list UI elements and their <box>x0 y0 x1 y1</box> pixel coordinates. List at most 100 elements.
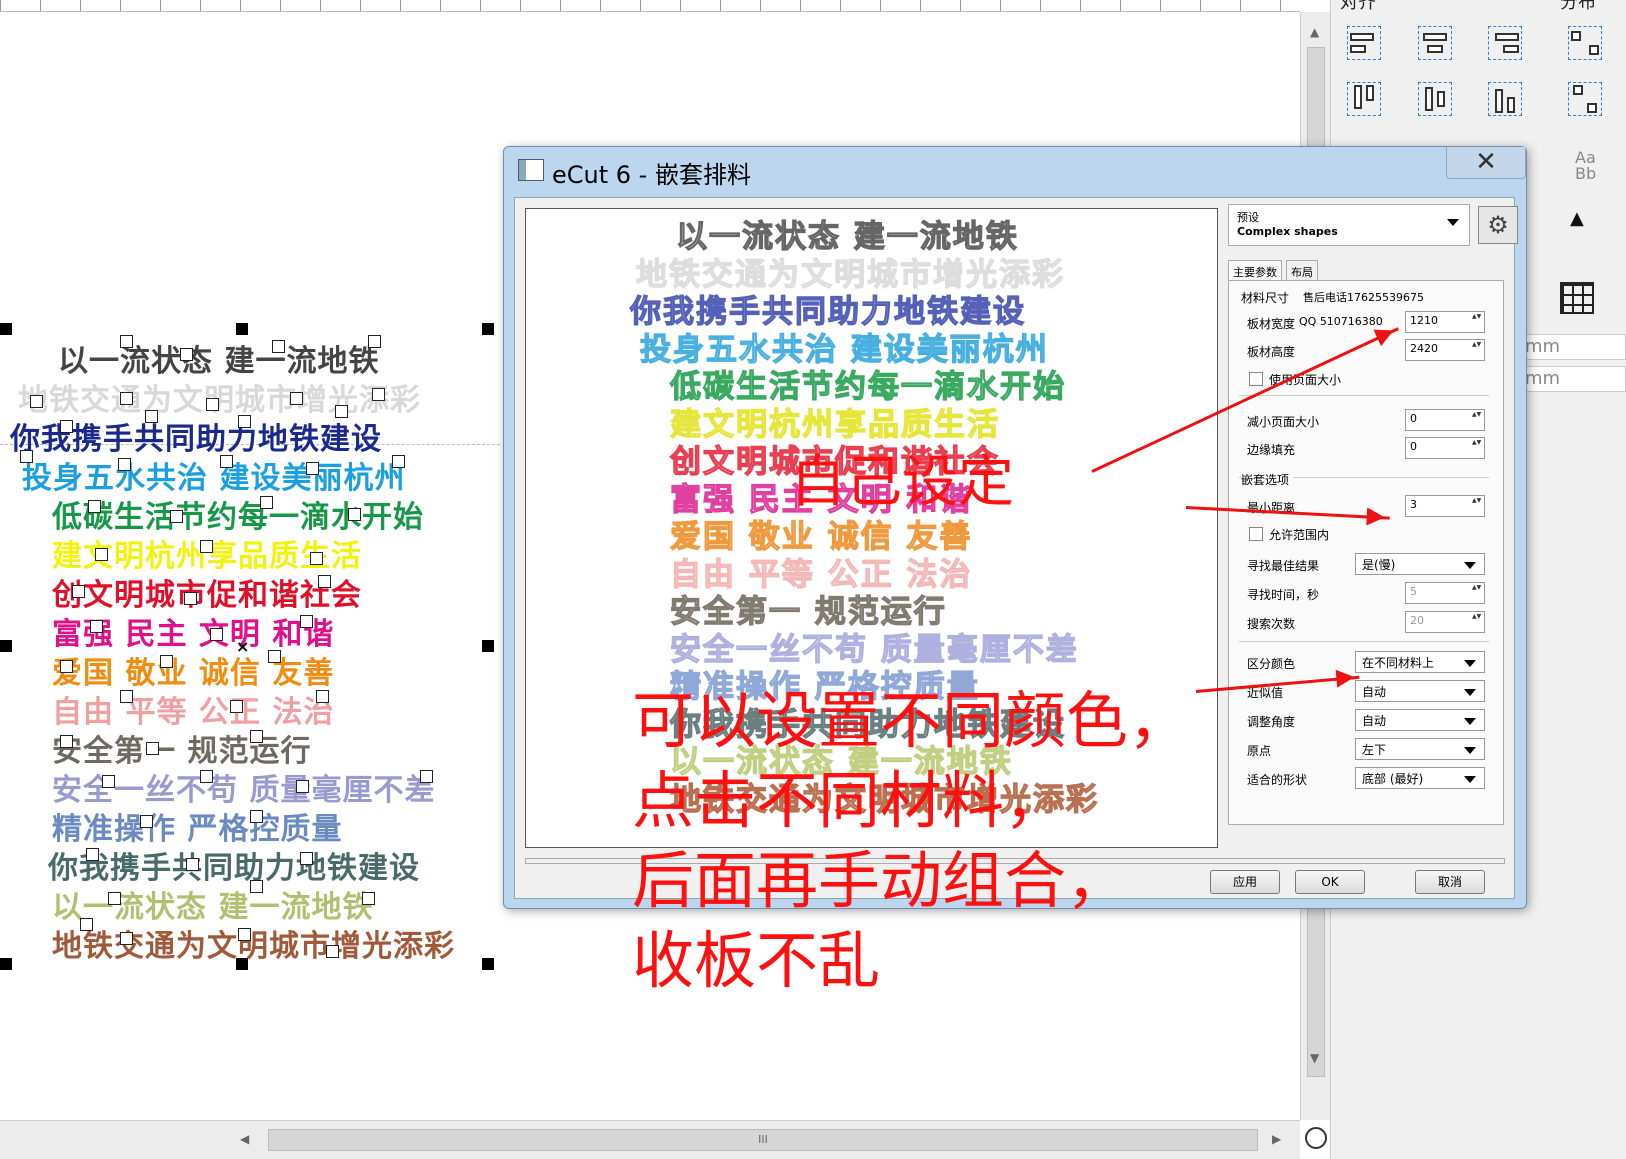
node-handle[interactable] <box>272 340 285 353</box>
node-handle[interactable] <box>120 690 133 703</box>
unit-field-1[interactable]: mm <box>1510 334 1626 360</box>
find-time-input[interactable]: 5 <box>1405 582 1485 604</box>
node-handle[interactable] <box>206 398 219 411</box>
use-page-size-checkbox[interactable] <box>1249 372 1263 386</box>
selection-handle[interactable] <box>236 323 248 335</box>
node-handle[interactable] <box>250 730 263 743</box>
node-handle[interactable] <box>160 655 173 668</box>
node-handle[interactable] <box>316 690 329 703</box>
canvas-text-line[interactable]: 精准操作 严格控质量 <box>52 804 342 848</box>
selection-handle[interactable] <box>482 640 494 652</box>
canvas-text-line[interactable]: 投身五水共治 建设美丽杭州 <box>22 453 405 497</box>
node-handle[interactable] <box>90 620 103 633</box>
angle-select[interactable]: 自动 <box>1355 709 1485 731</box>
canvas-text-line[interactable]: 安全第一 规范运行 <box>52 726 311 770</box>
node-handle[interactable] <box>88 500 101 513</box>
tab-layout[interactable]: 布局 <box>1286 260 1318 280</box>
selection-handle[interactable] <box>0 640 12 652</box>
shape-select[interactable]: 底部 (最好) <box>1355 767 1485 789</box>
preset-select[interactable]: 预设 Complex shapes <box>1228 204 1470 246</box>
sheet-height-input[interactable]: 2420 <box>1405 339 1485 361</box>
node-handle[interactable] <box>348 508 361 521</box>
node-handle[interactable] <box>238 928 251 941</box>
node-handle[interactable] <box>220 455 233 468</box>
node-handle[interactable] <box>60 660 73 673</box>
node-handle[interactable] <box>200 770 213 783</box>
scroll-right-icon[interactable]: ▶ <box>1272 1133 1281 1145</box>
node-handle[interactable] <box>120 335 133 348</box>
align-center-h-icon[interactable] <box>1418 26 1452 60</box>
canvas-text-line[interactable]: 地铁交通为文明城市增光添彩 <box>18 375 421 419</box>
gear-icon[interactable]: ⚙ <box>1478 206 1518 244</box>
selection-handle[interactable] <box>236 958 248 970</box>
find-best-select[interactable]: 是(慢) <box>1355 553 1485 575</box>
node-handle[interactable] <box>80 918 93 931</box>
node-handle[interactable] <box>296 780 309 793</box>
scroll-down-icon[interactable]: ▼ <box>1310 1052 1319 1064</box>
node-handle[interactable] <box>30 395 43 408</box>
node-handle[interactable] <box>372 388 385 401</box>
close-icon[interactable]: ✕ <box>1446 147 1526 179</box>
cancel-button[interactable]: 取消 <box>1415 870 1485 894</box>
node-handle[interactable] <box>250 810 263 823</box>
apply-button[interactable]: 应用 <box>1210 870 1280 894</box>
edge-fill-input[interactable]: 0 <box>1405 437 1485 459</box>
canvas-text-line[interactable]: 以一流状态 建一流地铁 <box>52 882 373 926</box>
reduce-page-input[interactable]: 0 <box>1405 409 1485 431</box>
align-left-icon[interactable] <box>1347 26 1381 60</box>
node-handle[interactable] <box>310 552 323 565</box>
approx-select[interactable]: 自动 <box>1355 680 1485 702</box>
zoom-icon[interactable] <box>1305 1127 1327 1149</box>
horizontal-scrollbar[interactable]: ◀ III ▶ <box>0 1120 1327 1159</box>
node-handle[interactable] <box>335 405 348 418</box>
node-handle[interactable] <box>200 540 213 553</box>
node-handle[interactable] <box>120 932 133 945</box>
node-handle[interactable] <box>290 392 303 405</box>
node-handle[interactable] <box>186 858 199 871</box>
node-handle[interactable] <box>300 852 313 865</box>
node-handle[interactable] <box>392 455 405 468</box>
selection-handle[interactable] <box>0 958 12 970</box>
node-handle[interactable] <box>306 462 319 475</box>
node-handle[interactable] <box>102 775 115 788</box>
canvas-text-line[interactable]: 自由 平等 公正 法治 <box>52 687 334 731</box>
selection-handle[interactable] <box>0 323 12 335</box>
node-handle[interactable] <box>368 335 381 348</box>
align-top-icon[interactable] <box>1347 82 1381 116</box>
align-center-v-icon[interactable] <box>1418 82 1452 116</box>
node-handle[interactable] <box>60 735 73 748</box>
node-handle[interactable] <box>120 392 133 405</box>
node-handle[interactable] <box>20 450 33 463</box>
node-handle[interactable] <box>140 815 153 828</box>
node-handle[interactable] <box>318 575 331 588</box>
grid-icon[interactable] <box>1560 282 1594 314</box>
origin-select[interactable]: 左下 <box>1355 738 1485 760</box>
selection-handle[interactable] <box>482 958 494 970</box>
node-handle[interactable] <box>146 742 159 755</box>
scroll-up-icon[interactable]: ▲ <box>1310 26 1319 38</box>
node-handle[interactable] <box>210 628 223 641</box>
scroll-left-icon[interactable]: ◀ <box>240 1133 249 1145</box>
unit-field-2[interactable]: mm <box>1510 366 1626 392</box>
node-handle[interactable] <box>145 410 158 423</box>
canvas-text-line[interactable]: 地铁交通为文明城市增光添彩 <box>52 921 455 965</box>
node-handle[interactable] <box>180 348 193 361</box>
node-handle[interactable] <box>95 548 108 561</box>
node-handle[interactable] <box>118 458 131 471</box>
font-style-icon[interactable]: Aa Bb <box>1575 150 1615 182</box>
canvas-text-line[interactable]: 爱国 敬业 诚信 友善 <box>52 648 334 692</box>
distinguish-color-select[interactable]: 在不同材料上 <box>1355 651 1485 673</box>
selection-handle[interactable] <box>482 323 494 335</box>
sheet-width-input[interactable]: 1210 <box>1405 311 1485 333</box>
distribute-v-icon[interactable] <box>1568 82 1602 116</box>
node-handle[interactable] <box>238 415 251 428</box>
node-handle[interactable] <box>326 945 339 958</box>
canvas-text-line[interactable]: 以一流状态 建一流地铁 <box>58 336 379 380</box>
node-handle[interactable] <box>60 420 73 433</box>
align-bottom-icon[interactable] <box>1488 82 1522 116</box>
collapse-icon[interactable]: ▲ <box>1570 208 1584 229</box>
node-handle[interactable] <box>108 892 121 905</box>
distribute-h-icon[interactable] <box>1568 26 1602 60</box>
tab-main-params[interactable]: 主要参数 <box>1228 260 1282 280</box>
node-handle[interactable] <box>184 592 197 605</box>
